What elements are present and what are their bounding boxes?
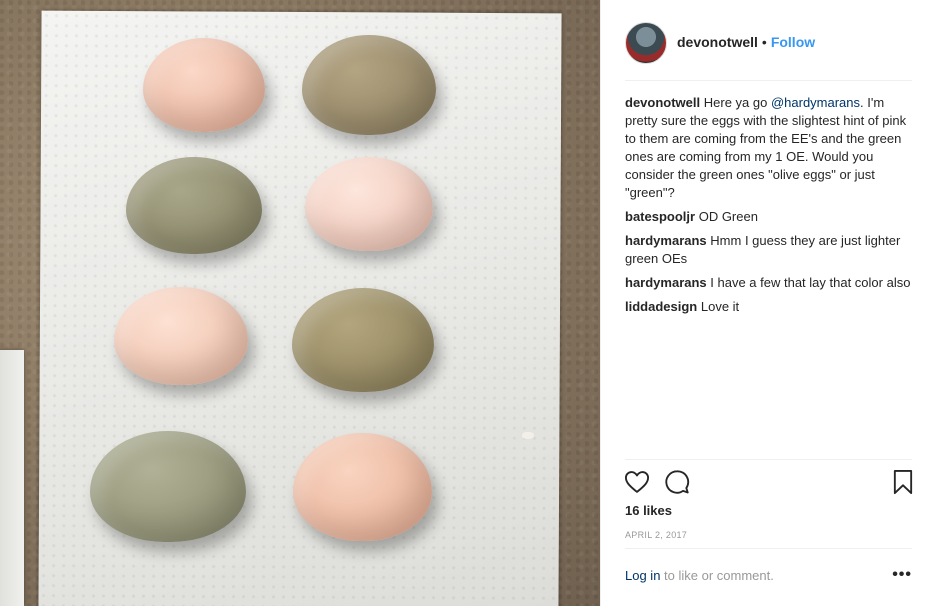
- comment-username[interactable]: hardymarans: [625, 233, 707, 248]
- header-separator: •: [761, 34, 767, 50]
- comment-bubble-icon[interactable]: [663, 468, 691, 496]
- bookmark-icon[interactable]: [889, 468, 917, 496]
- like-count[interactable]: 16 likes: [625, 503, 672, 518]
- egg-pink: [293, 433, 432, 541]
- egg-olive: [90, 431, 246, 542]
- login-suffix: to like or comment.: [660, 568, 774, 583]
- comment-text: . I'm pretty sure the eggs with the slig…: [625, 95, 907, 200]
- comments-list: devonotwell Here ya go @hardymarans. I'm…: [625, 94, 915, 322]
- comment-text: Here ya go: [703, 95, 771, 110]
- comment: hardymarans Hmm I guess they are just li…: [625, 232, 915, 268]
- egg-olive: [302, 35, 436, 135]
- follow-button[interactable]: Follow: [771, 34, 815, 50]
- egg-pink: [143, 38, 265, 132]
- comment-text: I have a few that lay that color also: [710, 275, 911, 290]
- login-link[interactable]: Log in: [625, 568, 660, 583]
- mention-link[interactable]: @hardymarans: [771, 95, 860, 110]
- more-options-icon[interactable]: •••: [892, 566, 912, 584]
- post-date: APRIL 2, 2017: [625, 530, 688, 540]
- heart-icon-svg: [624, 471, 650, 493]
- comment-text: Love it: [700, 299, 740, 314]
- login-prompt: Log in to like or comment.: [625, 568, 915, 583]
- comment-text: OD Green: [698, 209, 758, 224]
- heart-icon[interactable]: [623, 468, 651, 496]
- footer-divider: [625, 548, 912, 549]
- user-avatar[interactable]: [625, 22, 667, 64]
- egg-pink: [305, 157, 433, 251]
- bookmark-icon-svg: [893, 469, 913, 495]
- action-bar: [623, 468, 915, 498]
- header-text: devonotwell • Follow: [677, 34, 815, 50]
- comment-username[interactable]: batespooljr: [625, 209, 695, 224]
- egg-olive: [126, 157, 262, 254]
- comment: hardymarans I have a few that lay that c…: [625, 274, 915, 292]
- egg-olive: [292, 288, 434, 392]
- header-divider: [625, 80, 912, 81]
- post-sidebar: devonotwell • Follow devonotwell Here ya g…: [600, 0, 937, 606]
- comment-username[interactable]: hardymarans: [625, 275, 707, 290]
- header-username[interactable]: devonotwell: [677, 34, 758, 50]
- post-frame: devonotwell • Follow devonotwell Here ya g…: [0, 0, 937, 606]
- crumb: [522, 432, 534, 439]
- comment-username[interactable]: devonotwell: [625, 95, 700, 110]
- paper-towel-edge: [0, 350, 24, 606]
- comment-icon-svg: [665, 470, 690, 494]
- comment: batespooljr OD Green: [625, 208, 915, 226]
- post-photo: [0, 0, 600, 606]
- post-header: devonotwell • Follow: [601, 0, 937, 80]
- comment: liddadesign Love it: [625, 298, 915, 316]
- comment-username[interactable]: liddadesign: [625, 299, 697, 314]
- egg-pink: [114, 287, 248, 385]
- caption: devonotwell Here ya go @hardymarans. I'm…: [625, 94, 915, 202]
- actions-divider: [625, 459, 912, 460]
